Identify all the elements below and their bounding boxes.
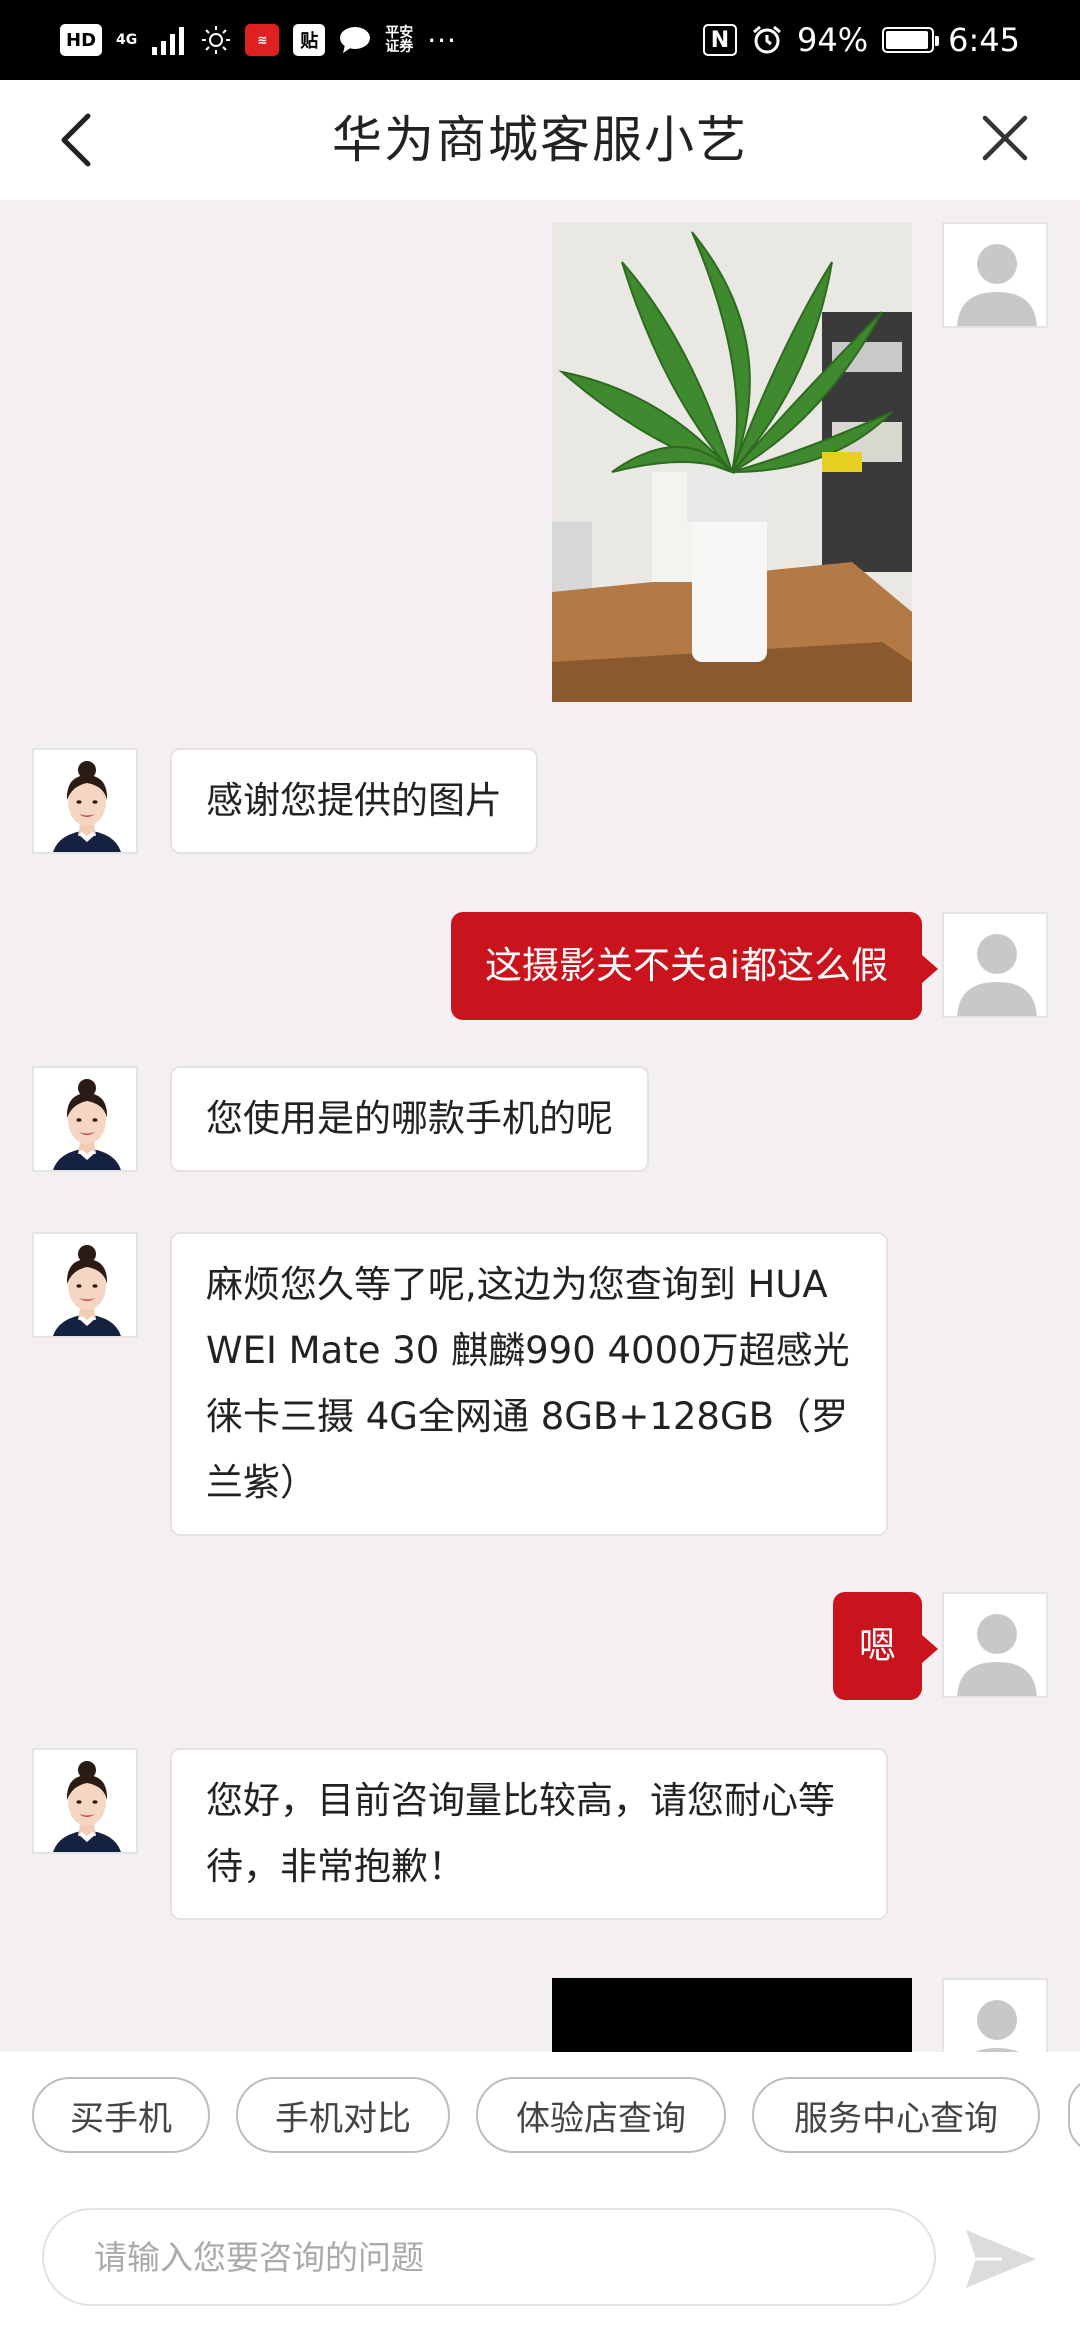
user-avatar	[942, 222, 1048, 328]
signal-icon	[152, 27, 185, 55]
quick-reply-more[interactable]	[1068, 2077, 1080, 2153]
more-notifications-icon: ···	[427, 23, 457, 57]
network-type: 4G	[116, 32, 138, 48]
agent-message: 您好，目前咨询量比较高，请您耐心等待，非常抱歉！	[170, 1748, 888, 1920]
close-icon[interactable]	[970, 110, 1040, 170]
agent-avatar	[32, 748, 138, 854]
chat-message-list[interactable]: 感谢您提供的图片 这摄影关不关ai都这么假 您使用是的哪款手机的呢 麻烦您久等了…	[0, 200, 1080, 2052]
status-bar: HD 4G ≋ 贴 平安 证券 ··· N 94% 6:45	[0, 0, 1080, 80]
status-bar-left: HD 4G ≋ 贴 平安 证券 ···	[60, 20, 457, 60]
message-icon	[340, 27, 371, 53]
quick-reply-service-center[interactable]: 服务中心查询	[752, 2077, 1040, 2153]
user-message: 这摄影关不关ai都这么假	[451, 912, 938, 1020]
user-avatar	[942, 1978, 1048, 2052]
chat-header: 华为商城客服小艺	[0, 80, 1080, 200]
message-image-black[interactable]	[552, 1978, 912, 2052]
agent-avatar	[32, 1748, 138, 1854]
clock: 6:45	[948, 21, 1020, 59]
nfc-icon: N	[703, 24, 738, 56]
agent-avatar	[32, 1232, 138, 1338]
agent-message: 感谢您提供的图片	[170, 748, 538, 854]
tieba-icon: 贴	[293, 24, 326, 56]
brightness-icon	[202, 26, 231, 54]
input-bar	[0, 2172, 1080, 2340]
plant-photo	[552, 222, 912, 702]
quick-reply-buy-phone[interactable]: 买手机	[32, 2077, 210, 2153]
user-avatar	[942, 912, 1048, 1018]
message-input[interactable]	[42, 2208, 936, 2306]
hd-icon: HD	[60, 24, 103, 56]
send-icon[interactable]	[962, 2226, 1040, 2292]
pingan-icon: 平安 证券	[385, 25, 414, 55]
quick-reply-bar: 买手机 手机对比 体验店查询 服务中心查询	[0, 2052, 1080, 2172]
page-title: 华为商城客服小艺	[332, 111, 748, 169]
battery-level	[886, 31, 928, 49]
quick-reply-compare-phones[interactable]: 手机对比	[236, 2077, 450, 2153]
user-message: 嗯	[833, 1592, 938, 1700]
user-avatar	[942, 1592, 1048, 1698]
battery-percent: 94%	[797, 21, 869, 59]
news-app-icon: ≋	[245, 24, 280, 56]
quick-reply-store-lookup[interactable]: 体验店查询	[476, 2077, 726, 2153]
agent-message: 您使用是的哪款手机的呢	[170, 1066, 649, 1172]
agent-message: 麻烦您久等了呢,这边为您查询到 HUAWEI Mate 30 麒麟990 400…	[170, 1232, 888, 1536]
agent-avatar	[32, 1066, 138, 1172]
status-bar-right: N 94% 6:45	[703, 20, 1020, 60]
alarm-icon	[753, 25, 781, 54]
battery-icon	[882, 27, 940, 53]
message-image-plant[interactable]	[552, 222, 912, 702]
